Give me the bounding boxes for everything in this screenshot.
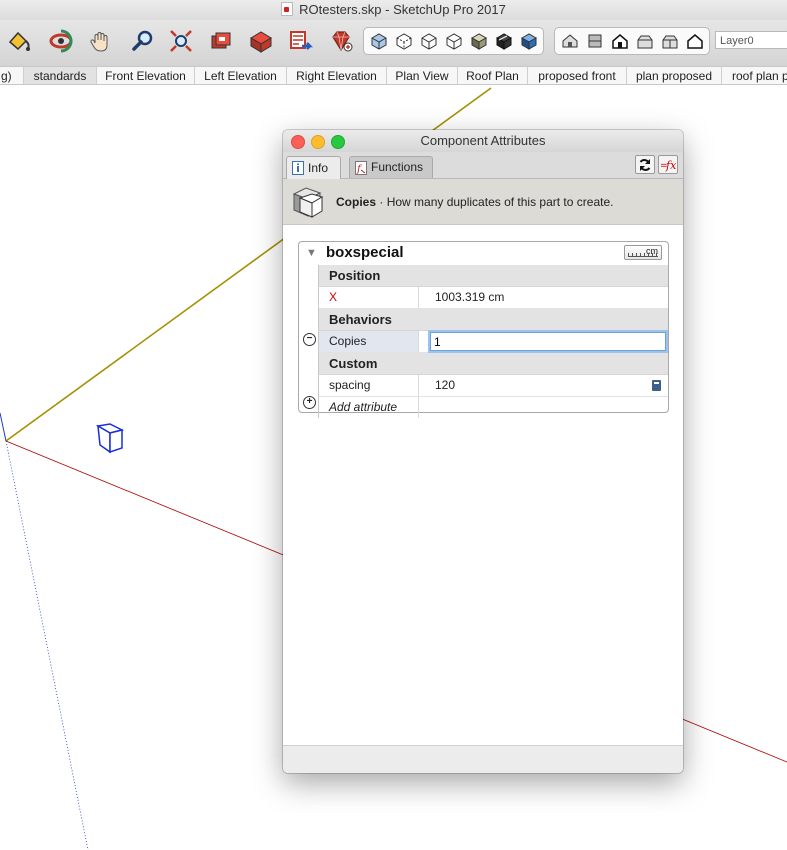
svg-text:fx: fx [665,159,676,172]
component-name: boxspecial [326,244,404,261]
attribute-info-header: Copies · How many duplicates of this par… [283,179,683,225]
attributes-content: ▼ boxspecial cm Position X 1003.319 cm B… [283,225,683,745]
attribute-info-description: How many duplicates of this part to crea… [386,195,614,209]
attribute-info-name: Copies [336,195,377,209]
orbit-icon[interactable] [46,27,76,55]
scene-tab-roof-plan[interactable]: Roof Plan [458,67,528,84]
scene-tab-proposed-front[interactable]: proposed front [528,67,627,84]
component-panel: ▼ boxspecial cm Position X 1003.319 cm B… [298,241,669,418]
spacing-value: 120 [435,378,456,392]
scene-tab-standards[interactable]: standards [24,67,97,84]
components-icon[interactable] [206,27,236,55]
monochrome-style-icon[interactable] [516,29,541,53]
layer-select[interactable]: Layer0 [715,31,787,49]
xray-style-icon[interactable] [366,29,391,53]
component-box-icon [292,187,324,218]
views-toolbar [554,27,710,55]
collapse-triangle-icon[interactable]: ▼ [306,247,317,259]
dialog-title: Component Attributes [420,133,546,148]
zoom-extents-icon[interactable] [166,27,196,55]
component-attributes-dialog: Component Attributes Info f Functions = f… [283,130,683,773]
formula-icon: =fx [660,159,676,172]
shaded-textures-style-icon[interactable] [491,29,516,53]
zoom-window-button[interactable] [331,135,345,149]
zoom-icon[interactable] [128,27,158,55]
component-boxspecial [95,423,125,454]
attribute-info-separator: · [376,195,387,209]
attribute-value-copies-cell [429,331,667,352]
window-titlebar: ROtesters.skp - SketchUp Pro 2017 [0,0,787,20]
tab-functions[interactable]: f Functions [349,156,433,178]
ruler-icon [628,253,658,257]
dialog-titlebar[interactable]: Component Attributes [283,130,683,153]
main-toolbar: Layer0 [0,20,787,66]
component-header: ▼ boxspecial cm [299,242,668,264]
scene-tab-roof-plan-proposed[interactable]: roof plan p [722,67,787,84]
iso-view-icon[interactable] [557,29,582,53]
front-view-icon[interactable] [607,29,632,53]
add-attribute-label[interactable]: Add attribute [319,397,419,418]
attribute-value-spacing: 120 [429,375,667,396]
blue-axis-line [5,440,89,850]
copies-input[interactable] [430,332,666,351]
refresh-icon [639,158,651,171]
scene-tab-left-elevation[interactable]: Left Elevation [195,67,287,84]
scene-tab-partial[interactable]: g) [0,67,24,84]
attributes-table: Position X 1003.319 cm Behaviors Copies … [318,265,668,418]
attribute-value-x: 1003.319 cm [435,290,505,304]
attribute-key-copies: Copies [319,331,419,352]
info-icon [292,161,304,175]
shaded-style-icon[interactable] [466,29,491,53]
top-view-icon[interactable] [582,29,607,53]
units-button[interactable]: cm [624,245,662,260]
3d-warehouse-icon[interactable] [246,27,276,55]
attribute-row-x[interactable]: X 1003.319 cm [319,287,668,309]
tab-info[interactable]: Info [286,156,341,179]
back-edges-style-icon[interactable] [391,29,416,53]
dialog-statusbar [283,745,683,773]
minimize-window-button[interactable] [311,135,325,149]
attribute-row-copies[interactable]: Copies [319,331,668,353]
back-view-icon[interactable] [657,29,682,53]
window-title: ROtesters.skp - SketchUp Pro 2017 [299,2,506,17]
scene-tabs-bar: g) standards Front Elevation Left Elevat… [0,66,787,85]
dialog-tabbar: Info f Functions = fx [283,152,683,179]
close-window-button[interactable] [291,135,305,149]
section-custom: Custom [319,353,668,375]
view-styles-toolbar [363,27,544,55]
functions-icon: f [355,160,367,175]
add-attribute-icon[interactable]: + [303,396,316,409]
pan-hand-icon[interactable] [86,27,116,55]
scene-tab-plan-view[interactable]: Plan View [387,67,458,84]
calculator-icon[interactable] [652,380,661,391]
share-model-icon[interactable] [286,27,316,55]
wireframe-style-icon[interactable] [416,29,441,53]
scene-tab-front-elevation[interactable]: Front Elevation [97,67,195,84]
attribute-row-spacing[interactable]: spacing 120 [319,375,668,397]
section-behaviors: Behaviors [319,309,668,331]
remove-attribute-icon[interactable]: − [303,333,316,346]
tab-info-label: Info [308,160,329,175]
left-view-icon[interactable] [682,29,707,53]
document-icon [281,2,294,16]
ruby-extension-icon[interactable] [326,27,356,55]
attribute-key-x: X [319,287,419,308]
tab-functions-label: Functions [371,160,424,174]
section-position: Position [319,265,668,287]
scene-tab-right-elevation[interactable]: Right Elevation [287,67,387,84]
toggle-formula-view-button[interactable]: = fx [658,155,678,174]
right-view-icon[interactable] [632,29,657,53]
add-attribute-row[interactable]: Add attribute [319,397,668,418]
attribute-key-spacing: spacing [319,375,419,396]
blue-axis-up-line [0,412,7,442]
paint-bucket-icon[interactable] [4,27,34,55]
refresh-button[interactable] [635,155,655,174]
scene-tab-plan-proposed[interactable]: plan proposed [627,67,722,84]
hidden-line-style-icon[interactable] [441,29,466,53]
attribute-info-text: Copies · How many duplicates of this par… [336,195,613,209]
